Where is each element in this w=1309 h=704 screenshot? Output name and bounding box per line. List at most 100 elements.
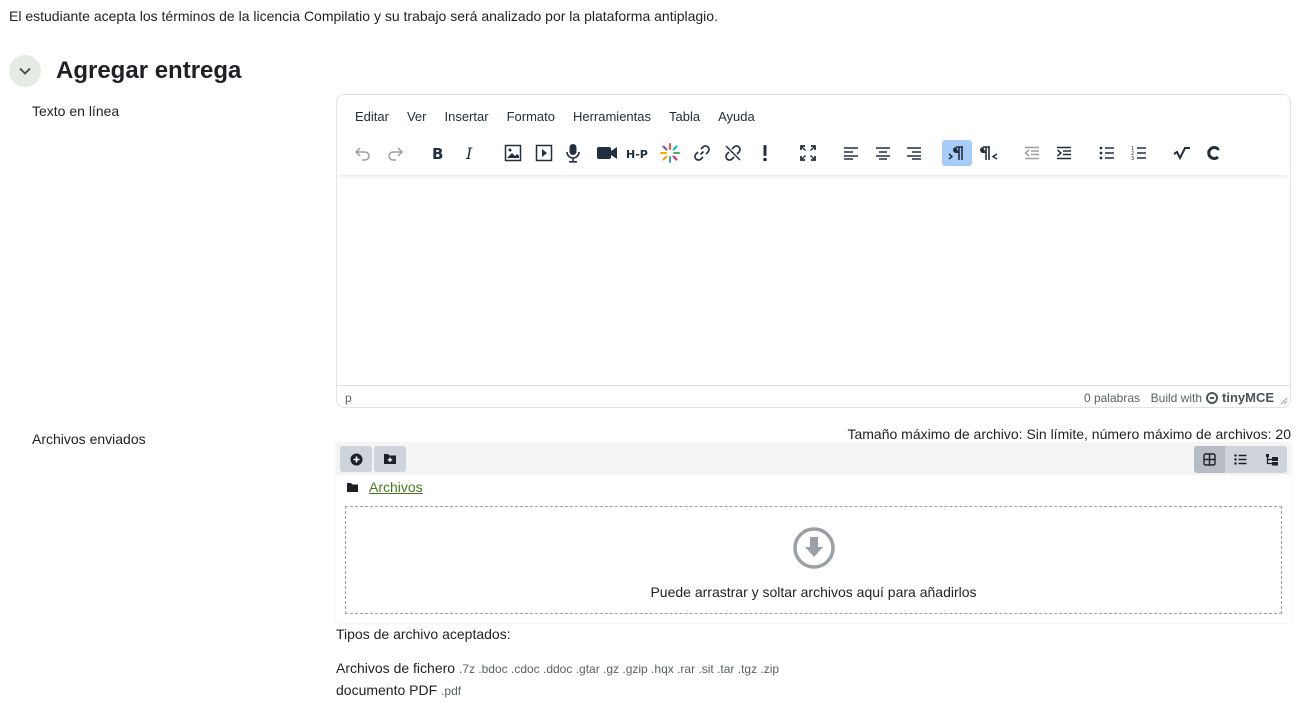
menu-tools[interactable]: Herramientas <box>563 109 659 124</box>
align-right-icon <box>907 147 921 160</box>
rtl-icon <box>980 146 998 160</box>
view-mode-group <box>1194 446 1287 473</box>
image-icon <box>504 144 522 162</box>
online-text-label: Texto en línea <box>32 103 120 119</box>
h5p-icon: H-P <box>626 148 648 160</box>
tinymce-logo-icon <box>1206 391 1218 404</box>
rtl-direction-button[interactable] <box>974 140 1004 166</box>
view-tree-button[interactable] <box>1256 446 1287 473</box>
h5p-button[interactable]: H-P <box>623 140 653 166</box>
video-camera-icon <box>597 147 617 159</box>
view-icons-button[interactable] <box>1194 446 1225 473</box>
view-list-button[interactable] <box>1225 446 1256 473</box>
collapse-section-button[interactable] <box>9 55 41 87</box>
menu-view[interactable]: Ver <box>397 109 435 124</box>
fullscreen-icon <box>800 145 816 161</box>
exclamation-icon <box>763 145 767 162</box>
chemistry-icon <box>1207 146 1220 160</box>
compilatio-button[interactable] <box>655 140 685 166</box>
align-left-icon <box>844 147 858 160</box>
accessibility-checker-button[interactable] <box>750 140 780 166</box>
menu-insert[interactable]: Insertar <box>434 109 496 124</box>
bold-icon: B <box>432 145 443 161</box>
download-arrow-icon <box>792 527 835 569</box>
ltr-direction-button[interactable] <box>942 140 972 166</box>
bullet-list-icon <box>1099 146 1114 160</box>
sparkle-icon <box>660 143 680 163</box>
bold-button[interactable]: B <box>423 140 453 166</box>
grid-icon <box>1203 453 1216 466</box>
align-left-button[interactable] <box>836 140 866 166</box>
insert-link-button[interactable] <box>687 140 717 166</box>
media-icon <box>535 144 553 162</box>
bullet-list-button[interactable] <box>1092 140 1122 166</box>
svg-text:H-P: H-P <box>626 148 648 160</box>
fullscreen-button[interactable] <box>793 140 823 166</box>
align-right-button[interactable] <box>899 140 929 166</box>
redo-button[interactable] <box>380 140 410 166</box>
create-folder-button[interactable] <box>374 446 406 472</box>
menu-edit[interactable]: Editar <box>345 109 397 124</box>
plus-circle-icon <box>350 453 362 465</box>
record-video-button[interactable] <box>592 140 622 166</box>
unlink-icon <box>725 145 741 161</box>
file-type-name: documento PDF <box>336 682 438 698</box>
microphone-icon <box>566 144 580 163</box>
editor-menubar: Editar Ver Insertar Formato Herramientas… <box>345 109 763 124</box>
indent-button[interactable] <box>1049 140 1079 166</box>
file-type-name: Archivos de fichero <box>336 660 456 676</box>
list-icon <box>1234 454 1247 465</box>
resize-handle-icon[interactable] <box>1280 397 1288 405</box>
record-audio-button[interactable] <box>558 140 588 166</box>
square-root-icon <box>1173 147 1190 161</box>
editor-toolbar: B I H-P 1 2 3 <box>337 135 1290 175</box>
dropzone-text: Puede arrastrar y soltar archivos aquí p… <box>650 584 977 600</box>
file-type-pdf: documento PDF .pdf <box>336 682 461 698</box>
accepted-types-heading: Tipos de archivo aceptados: <box>336 626 511 642</box>
folder-plus-icon <box>384 454 396 464</box>
svg-text:B: B <box>432 145 443 161</box>
breadcrumb: Archivos <box>346 479 423 495</box>
folder-tree-icon <box>1265 454 1278 466</box>
file-manager-toolbar <box>336 443 1291 475</box>
tinymce-brand-name: tinyMCE <box>1222 390 1274 405</box>
word-count[interactable]: 0 palabras <box>1084 391 1140 405</box>
align-center-icon <box>876 147 890 160</box>
folder-icon <box>347 482 358 492</box>
italic-icon: I <box>465 145 473 161</box>
compilatio-notice: El estudiante acepta los términos de la … <box>9 8 718 24</box>
build-with-label: Build with <box>1150 390 1202 405</box>
add-file-button[interactable] <box>340 446 372 472</box>
chemistry-button[interactable] <box>1199 140 1229 166</box>
menu-help[interactable]: Ayuda <box>708 109 763 124</box>
equation-button[interactable] <box>1167 140 1197 166</box>
italic-button[interactable]: I <box>455 140 485 166</box>
unlink-button[interactable] <box>718 140 748 166</box>
svg-text:3: 3 <box>1131 156 1134 161</box>
undo-icon <box>354 147 370 161</box>
section-header: Agregar entrega <box>9 55 241 87</box>
numbered-list-button[interactable]: 123 <box>1124 140 1154 166</box>
menu-format[interactable]: Formato <box>497 109 563 124</box>
numbered-list-icon: 123 <box>1131 146 1146 161</box>
editor-statusbar: p 0 palabras Build with tinyMCE <box>337 385 1290 407</box>
max-file-info: Tamaño máximo de archivo: Sin límite, nú… <box>847 426 1291 442</box>
menu-table[interactable]: Tabla <box>659 109 708 124</box>
outdent-button[interactable] <box>1017 140 1047 166</box>
editor-content-area[interactable] <box>337 175 1290 386</box>
insert-media-button[interactable] <box>529 140 559 166</box>
file-manager: Archivos Puede arrastrar y soltar archiv… <box>336 443 1291 623</box>
chevron-down-icon <box>19 67 31 75</box>
undo-button[interactable] <box>348 140 378 166</box>
element-path[interactable]: p <box>345 391 352 405</box>
align-center-button[interactable] <box>868 140 898 166</box>
rich-text-editor: Editar Ver Insertar Formato Herramientas… <box>336 94 1291 408</box>
submitted-files-label: Archivos enviados <box>32 431 146 447</box>
link-icon <box>694 145 710 161</box>
breadcrumb-archivos-link[interactable]: Archivos <box>369 479 423 495</box>
ltr-icon <box>948 146 963 160</box>
tinymce-branding[interactable]: Build with tinyMCE <box>1151 390 1274 405</box>
indent-icon <box>1057 146 1071 160</box>
insert-image-button[interactable] <box>498 140 528 166</box>
file-dropzone[interactable]: Puede arrastrar y soltar archivos aquí p… <box>345 506 1282 614</box>
